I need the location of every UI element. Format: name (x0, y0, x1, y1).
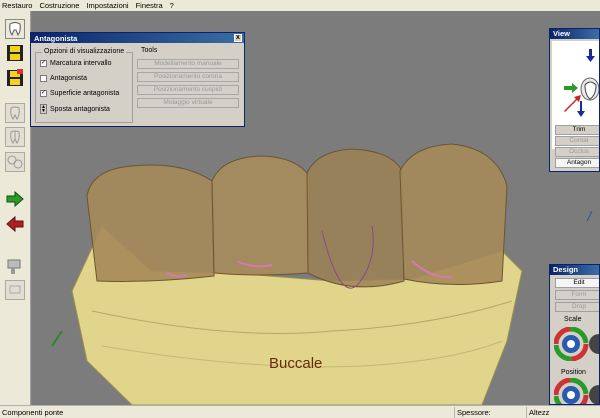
crown-group-button[interactable] (3, 151, 27, 173)
menu-finestra[interactable]: Finestra (136, 1, 163, 10)
edit-button[interactable]: Edit (555, 278, 599, 288)
move-antagonist-label: Sposta antagonista (50, 105, 110, 113)
antagonist-button[interactable]: Antagon (555, 158, 599, 168)
status-left: Componenti ponte (0, 406, 455, 418)
crown-group-icon (5, 152, 25, 172)
tool-icon (7, 259, 21, 274)
tool-disabled-button[interactable] (3, 279, 27, 301)
move-antagonist-control[interactable]: ▲ ▼ Sposta antagonista (40, 104, 110, 114)
previous-button[interactable] (3, 213, 27, 235)
crown-outline-button[interactable] (3, 102, 27, 124)
crown-outline-icon (5, 103, 25, 123)
checkbox-checked-icon[interactable]: ✓ (40, 60, 47, 67)
axis-marker-right (586, 210, 593, 222)
tools-title: Tools (139, 47, 160, 54)
status-bar: Componenti ponte Spessore: Altezz (0, 405, 600, 418)
crown-split-button[interactable] (3, 126, 27, 148)
occlusion-button[interactable]: Occlus (555, 147, 599, 157)
save-as-button[interactable] (3, 67, 27, 89)
menu-impostazioni[interactable]: Impostazioni (86, 1, 128, 10)
design-panel: Design Edit Form Drop Scale Position (549, 264, 600, 405)
option-antagonista[interactable]: Antagonista (40, 75, 87, 82)
checkbox-checked-icon[interactable]: ✓ (40, 90, 47, 97)
save-button[interactable] (3, 42, 27, 64)
orientation-arrows-icon (564, 49, 599, 117)
drop-button[interactable]: Drop (555, 302, 599, 312)
scale-control[interactable] (554, 327, 600, 361)
contact-button[interactable]: Contat (555, 136, 599, 146)
spinner-icon[interactable]: ▲ ▼ (40, 104, 47, 114)
cusp-positioning-button[interactable]: Posizionamento cuspidi (137, 85, 239, 95)
crown-positioning-button[interactable]: Posizionamento corona (137, 72, 239, 82)
dialog-title-bar: Antagonista x (31, 33, 244, 43)
crown-split-icon (5, 127, 25, 147)
status-altezza: Altezz (529, 407, 550, 417)
dialog-title: Antagonista (34, 33, 78, 43)
menu-costruzione[interactable]: Costruzione (39, 1, 79, 10)
left-toolbar (0, 11, 31, 405)
view-panel-title: View (550, 29, 599, 39)
back-arrow-icon (6, 215, 24, 233)
position-control[interactable] (554, 378, 600, 405)
display-options-title: Opzioni di visualizzazione (42, 48, 127, 55)
trim-button[interactable]: Trim (555, 125, 599, 135)
checkbox-unchecked-icon[interactable] (40, 75, 47, 82)
display-options-group: Opzioni di visualizzazione ✓ Marcatura i… (35, 48, 133, 123)
save-as-icon (7, 69, 23, 86)
close-icon[interactable]: x (234, 34, 242, 42)
tooth-button[interactable] (3, 18, 27, 40)
status-spessore: Spessore: (455, 406, 527, 418)
next-button[interactable] (3, 188, 27, 210)
menu-bar: Restauro Costruzione Impostazioni Finest… (0, 0, 600, 11)
tooth-icon (5, 19, 25, 39)
option-label: Antagonista (50, 75, 87, 82)
antagonista-dialog: Antagonista x Opzioni di visualizzazione… (30, 32, 245, 127)
save-icon (7, 45, 23, 61)
side-label: Buccale (269, 355, 323, 372)
manual-modeling-button[interactable]: Modellamento manuale (137, 59, 239, 69)
forward-arrow-icon (6, 190, 24, 208)
virtual-grinding-button[interactable]: Molaggio virtuale (137, 98, 239, 108)
menu-help[interactable]: ? (170, 1, 174, 10)
option-superficie-antagonista[interactable]: ✓ Superficie antagonista (40, 90, 119, 97)
tool-button[interactable] (3, 255, 27, 277)
scale-label: Scale (564, 316, 582, 323)
option-marcatura-intervallo[interactable]: ✓ Marcatura intervallo (40, 60, 111, 67)
option-label: Marcatura intervallo (50, 60, 112, 67)
tools-group: Tools Modellamento manuale Posizionament… (137, 47, 241, 123)
design-panel-title: Design (550, 265, 599, 275)
option-label: Superficie antagonista (50, 90, 120, 97)
tool-disabled-icon (5, 280, 25, 300)
position-label: Position (561, 369, 586, 376)
menu-restauro[interactable]: Restauro (2, 1, 32, 10)
form-button[interactable]: Form (555, 290, 599, 300)
view-panel: View + Trim Contat Occlus Antagon (549, 28, 600, 172)
axis-marker-left (51, 330, 63, 347)
